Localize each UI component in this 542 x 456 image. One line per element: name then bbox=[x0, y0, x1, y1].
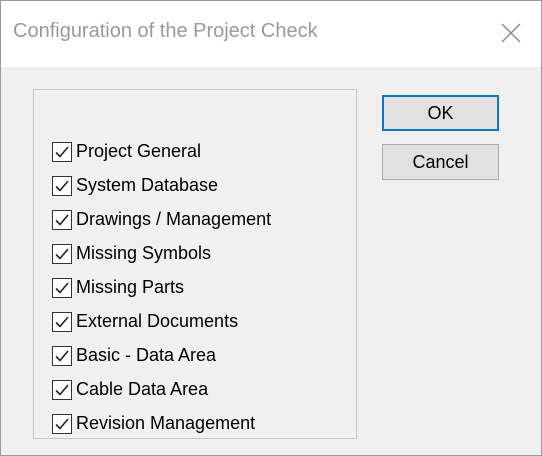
checkbox[interactable] bbox=[52, 142, 72, 162]
checkbox-label: Missing Symbols bbox=[76, 243, 212, 263]
checkbox-label: Missing Parts bbox=[76, 277, 185, 297]
checkmark-icon bbox=[55, 384, 69, 396]
dialog-window: Configuration of the Project Check Proje… bbox=[0, 0, 542, 456]
checkbox[interactable] bbox=[52, 244, 72, 264]
checkbox-label: Cable Data Area bbox=[76, 379, 209, 399]
checkbox-label: External Documents bbox=[76, 311, 239, 331]
checkmark-icon bbox=[55, 248, 69, 260]
checkbox-label: Drawings / Management bbox=[76, 209, 272, 229]
checkbox[interactable] bbox=[52, 210, 72, 230]
close-button[interactable] bbox=[481, 1, 541, 67]
close-icon bbox=[501, 23, 521, 43]
checkbox[interactable] bbox=[52, 380, 72, 400]
ok-button[interactable]: OK bbox=[382, 95, 499, 131]
checkmark-icon bbox=[55, 350, 69, 362]
checkbox[interactable] bbox=[52, 414, 72, 434]
checkmark-icon bbox=[55, 316, 69, 328]
checkbox-label: System Database bbox=[76, 175, 219, 195]
checkbox-label: Revision Management bbox=[76, 413, 256, 433]
checkmark-icon bbox=[55, 180, 69, 192]
checkmark-icon bbox=[55, 214, 69, 226]
cancel-button[interactable]: Cancel bbox=[382, 144, 499, 180]
check-options-group: Project General System Database Drawings… bbox=[33, 89, 357, 439]
checkbox[interactable] bbox=[52, 346, 72, 366]
window-title: Configuration of the Project Check bbox=[13, 20, 318, 42]
checkbox[interactable] bbox=[52, 312, 72, 332]
checkbox-label: Basic - Data Area bbox=[76, 345, 217, 365]
checkbox[interactable] bbox=[52, 176, 72, 196]
checkmark-icon bbox=[55, 418, 69, 430]
checkmark-icon bbox=[55, 146, 69, 158]
checkmark-icon bbox=[55, 282, 69, 294]
checkbox-label: Project General bbox=[76, 141, 202, 161]
title-bar: Configuration of the Project Check bbox=[1, 1, 541, 67]
checkbox[interactable] bbox=[52, 278, 72, 298]
